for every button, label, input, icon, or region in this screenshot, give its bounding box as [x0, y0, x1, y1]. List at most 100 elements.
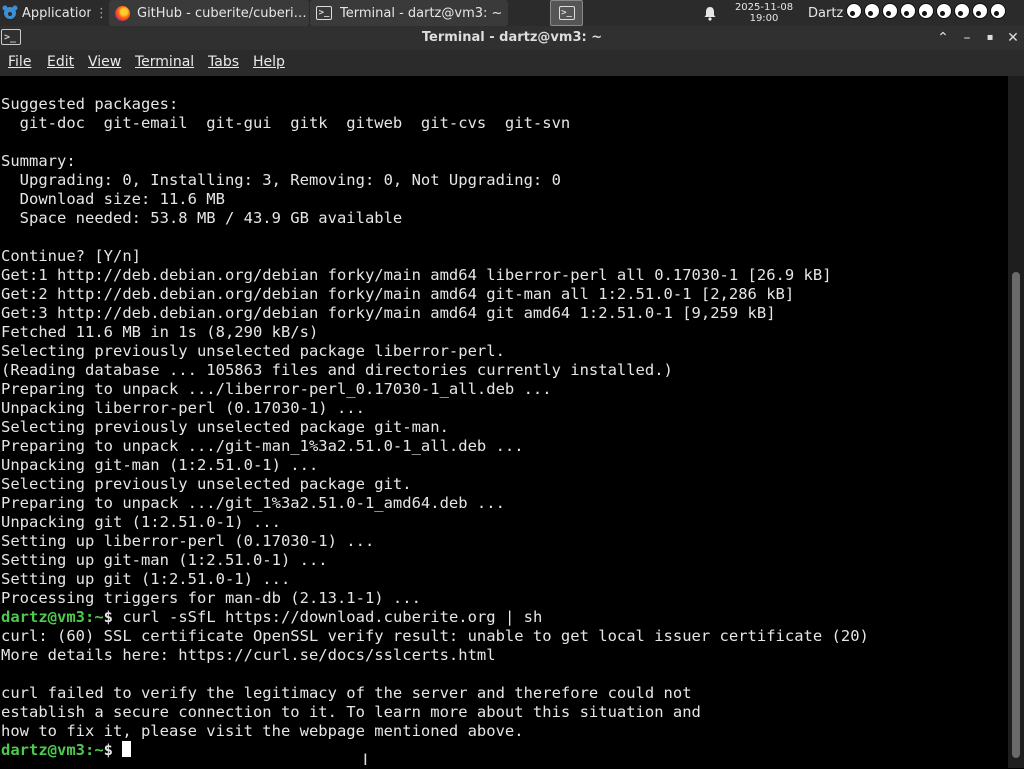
window-title: Terminal - dartz@vm3: ~	[421, 30, 603, 45]
line-text: how to fix it, please visit the webpage …	[1, 722, 524, 740]
taskbar-item-firefox[interactable]: GitHub - cuberite/cuberi…	[109, 0, 309, 26]
terminal-line: Unpacking liberror-perl (0.17030-1) ...	[1, 399, 869, 418]
taskbar-item-label: Terminal - dartz@vm3: ~	[340, 5, 503, 21]
taskbar-item-terminal[interactable]: >_ Terminal - dartz@vm3: ~	[310, 0, 508, 26]
terminal-line: Processing triggers for man-db (2.13.1-1…	[1, 589, 869, 608]
terminal-line: Preparing to unpack .../git-man_1%3a2.51…	[1, 437, 869, 456]
window-maximize-button[interactable]: ▪	[981, 28, 999, 48]
minimize-icon: –	[963, 30, 971, 46]
clock-date: 2025-11-08	[734, 2, 794, 13]
terminal-line: Get:3 http://deb.debian.org/debian forky…	[1, 304, 869, 323]
applications-menu-button[interactable]: Applications ⋮	[0, 0, 108, 26]
menu-label: Tabs	[208, 54, 239, 70]
user-menu-button[interactable]: Dartz	[808, 0, 848, 26]
firefox-icon	[115, 5, 130, 21]
terminal-line: Get:2 http://deb.debian.org/debian forky…	[1, 285, 869, 304]
terminal-line	[1, 133, 869, 152]
line-text: Preparing to unpack .../liberror-perl_0.…	[1, 380, 552, 398]
line-text: Upgrading: 0, Installing: 3, Removing: 0…	[1, 171, 561, 189]
applications-label: Applications	[22, 5, 91, 21]
terminal-line	[1, 665, 869, 684]
line-text: Summary:	[1, 152, 76, 170]
clock[interactable]: 2025-11-08 19:00	[728, 0, 800, 26]
window-minimize-button[interactable]: –	[958, 28, 976, 48]
window-shade-button[interactable]: ⌃	[934, 28, 952, 48]
menu-help[interactable]: Help	[253, 54, 285, 70]
line-text	[1, 133, 10, 151]
terminal-line: Setting up git (1:2.51.0-1) ...	[1, 570, 869, 589]
terminal-prompt-line: dartz@vm3:~$ curl -sSfL https://download…	[1, 608, 869, 627]
terminal-line: Setting up git-man (1:2.51.0-1) ...	[1, 551, 869, 570]
window-titlebar[interactable]: >_ Terminal - dartz@vm3: ~ ⌃ – ▪ ✕	[0, 26, 1024, 50]
menu-label: Edit	[47, 54, 75, 70]
terminal-line	[1, 228, 869, 247]
menu-terminal[interactable]: Terminal	[135, 54, 194, 70]
line-text: (Reading database ... 105863 files and d…	[1, 361, 673, 379]
line-text: Processing triggers for man-db (2.13.1-1…	[1, 589, 421, 607]
line-text: curl: (60) SSL certificate OpenSSL verif…	[1, 627, 869, 645]
prompt-suffix: :~$	[85, 741, 123, 759]
terminal-line: More details here: https://curl.se/docs/…	[1, 646, 869, 665]
terminal-line: Download size: 11.6 MB	[1, 190, 869, 209]
line-text: Space needed: 53.8 MB / 43.9 GB availabl…	[1, 209, 403, 227]
line-text: Unpacking git-man (1:2.51.0-1) ...	[1, 456, 319, 474]
eye-icon	[882, 3, 898, 19]
line-text: Suggested packages:	[1, 95, 179, 113]
line-text: Selecting previously unselected package …	[1, 342, 505, 360]
close-icon: ✕	[1007, 30, 1019, 46]
maximize-icon: ▪	[986, 32, 994, 43]
prompt-suffix: :~$	[85, 608, 123, 626]
menu-label: File	[8, 54, 32, 70]
eyes-applet	[846, 3, 1008, 19]
taskbar-item-label: GitHub - cuberite/cuberi…	[137, 5, 307, 21]
terminal-line: curl: (60) SSL certificate OpenSSL verif…	[1, 627, 869, 646]
terminal-launcher-button[interactable]: >_	[550, 0, 583, 26]
window-close-button[interactable]: ✕	[1004, 28, 1022, 48]
terminal-line: git-doc git-email git-gui gitk gitweb gi…	[1, 114, 869, 133]
line-text: Download size: 11.6 MB	[1, 190, 225, 208]
terminal-line: Space needed: 53.8 MB / 43.9 GB availabl…	[1, 209, 869, 228]
terminal-line: Unpacking git-man (1:2.51.0-1) ...	[1, 456, 869, 475]
line-text: Preparing to unpack .../git_1%3a2.51.0-1…	[1, 494, 505, 512]
terminal-line: Preparing to unpack .../git_1%3a2.51.0-1…	[1, 494, 869, 513]
terminal-lines: Suggested packages: git-doc git-email gi…	[1, 95, 869, 760]
menu-label: Help	[253, 54, 285, 70]
prompt-user: dartz@vm3	[1, 608, 85, 626]
scrollbar-thumb[interactable]	[1012, 272, 1020, 758]
eye-icon	[900, 3, 916, 19]
line-text: establish a secure connection to it. To …	[1, 703, 701, 721]
top-panel: Applications ⋮ GitHub - cuberite/cuberi……	[0, 0, 1024, 26]
terminal-output[interactable]: Suggested packages: git-doc git-email gi…	[0, 76, 1008, 768]
line-text: Unpacking liberror-perl (0.17030-1) ...	[1, 399, 365, 417]
terminal-line: Summary:	[1, 152, 869, 171]
terminal-icon: >_	[316, 6, 332, 20]
line-text: Setting up liberror-perl (0.17030-1) ...	[1, 532, 375, 550]
menu-bar: File Edit View Terminal Tabs Help	[0, 50, 1024, 76]
line-text: More details here: https://curl.se/docs/…	[1, 646, 496, 664]
notifications-button[interactable]	[700, 0, 720, 26]
eye-icon	[846, 3, 862, 19]
menu-view[interactable]: View	[88, 54, 121, 70]
terminal-line: Selecting previously unselected package …	[1, 342, 869, 361]
line-text: curl failed to verify the legitimacy of …	[1, 684, 692, 702]
terminal-line: (Reading database ... 105863 files and d…	[1, 361, 869, 380]
line-text: Selecting previously unselected package …	[1, 418, 449, 436]
menu-tabs[interactable]: Tabs	[208, 54, 239, 70]
menu-edit[interactable]: Edit	[47, 54, 74, 70]
menu-file[interactable]: File	[8, 54, 31, 70]
line-text: Preparing to unpack .../git-man_1%3a2.51…	[1, 437, 524, 455]
line-text: Selecting previously unselected package …	[1, 475, 412, 493]
terminal-line: Setting up liberror-perl (0.17030-1) ...	[1, 532, 869, 551]
terminal-line: Suggested packages:	[1, 95, 869, 114]
terminal-line: Unpacking git (1:2.51.0-1) ...	[1, 513, 869, 532]
line-text: Unpacking git (1:2.51.0-1) ...	[1, 513, 281, 531]
line-text	[1, 665, 10, 683]
chevron-up-icon: ⌃	[937, 30, 949, 46]
terminal-line: Upgrading: 0, Installing: 3, Removing: 0…	[1, 171, 869, 190]
bell-icon	[704, 6, 716, 21]
terminal-line: Selecting previously unselected package …	[1, 418, 869, 437]
text-cursor-ibeam-icon: I	[363, 750, 368, 769]
line-text: Get:1 http://deb.debian.org/debian forky…	[1, 266, 832, 284]
terminal-line: establish a secure connection to it. To …	[1, 703, 869, 722]
line-text: git-doc git-email git-gui gitk gitweb gi…	[1, 114, 571, 132]
